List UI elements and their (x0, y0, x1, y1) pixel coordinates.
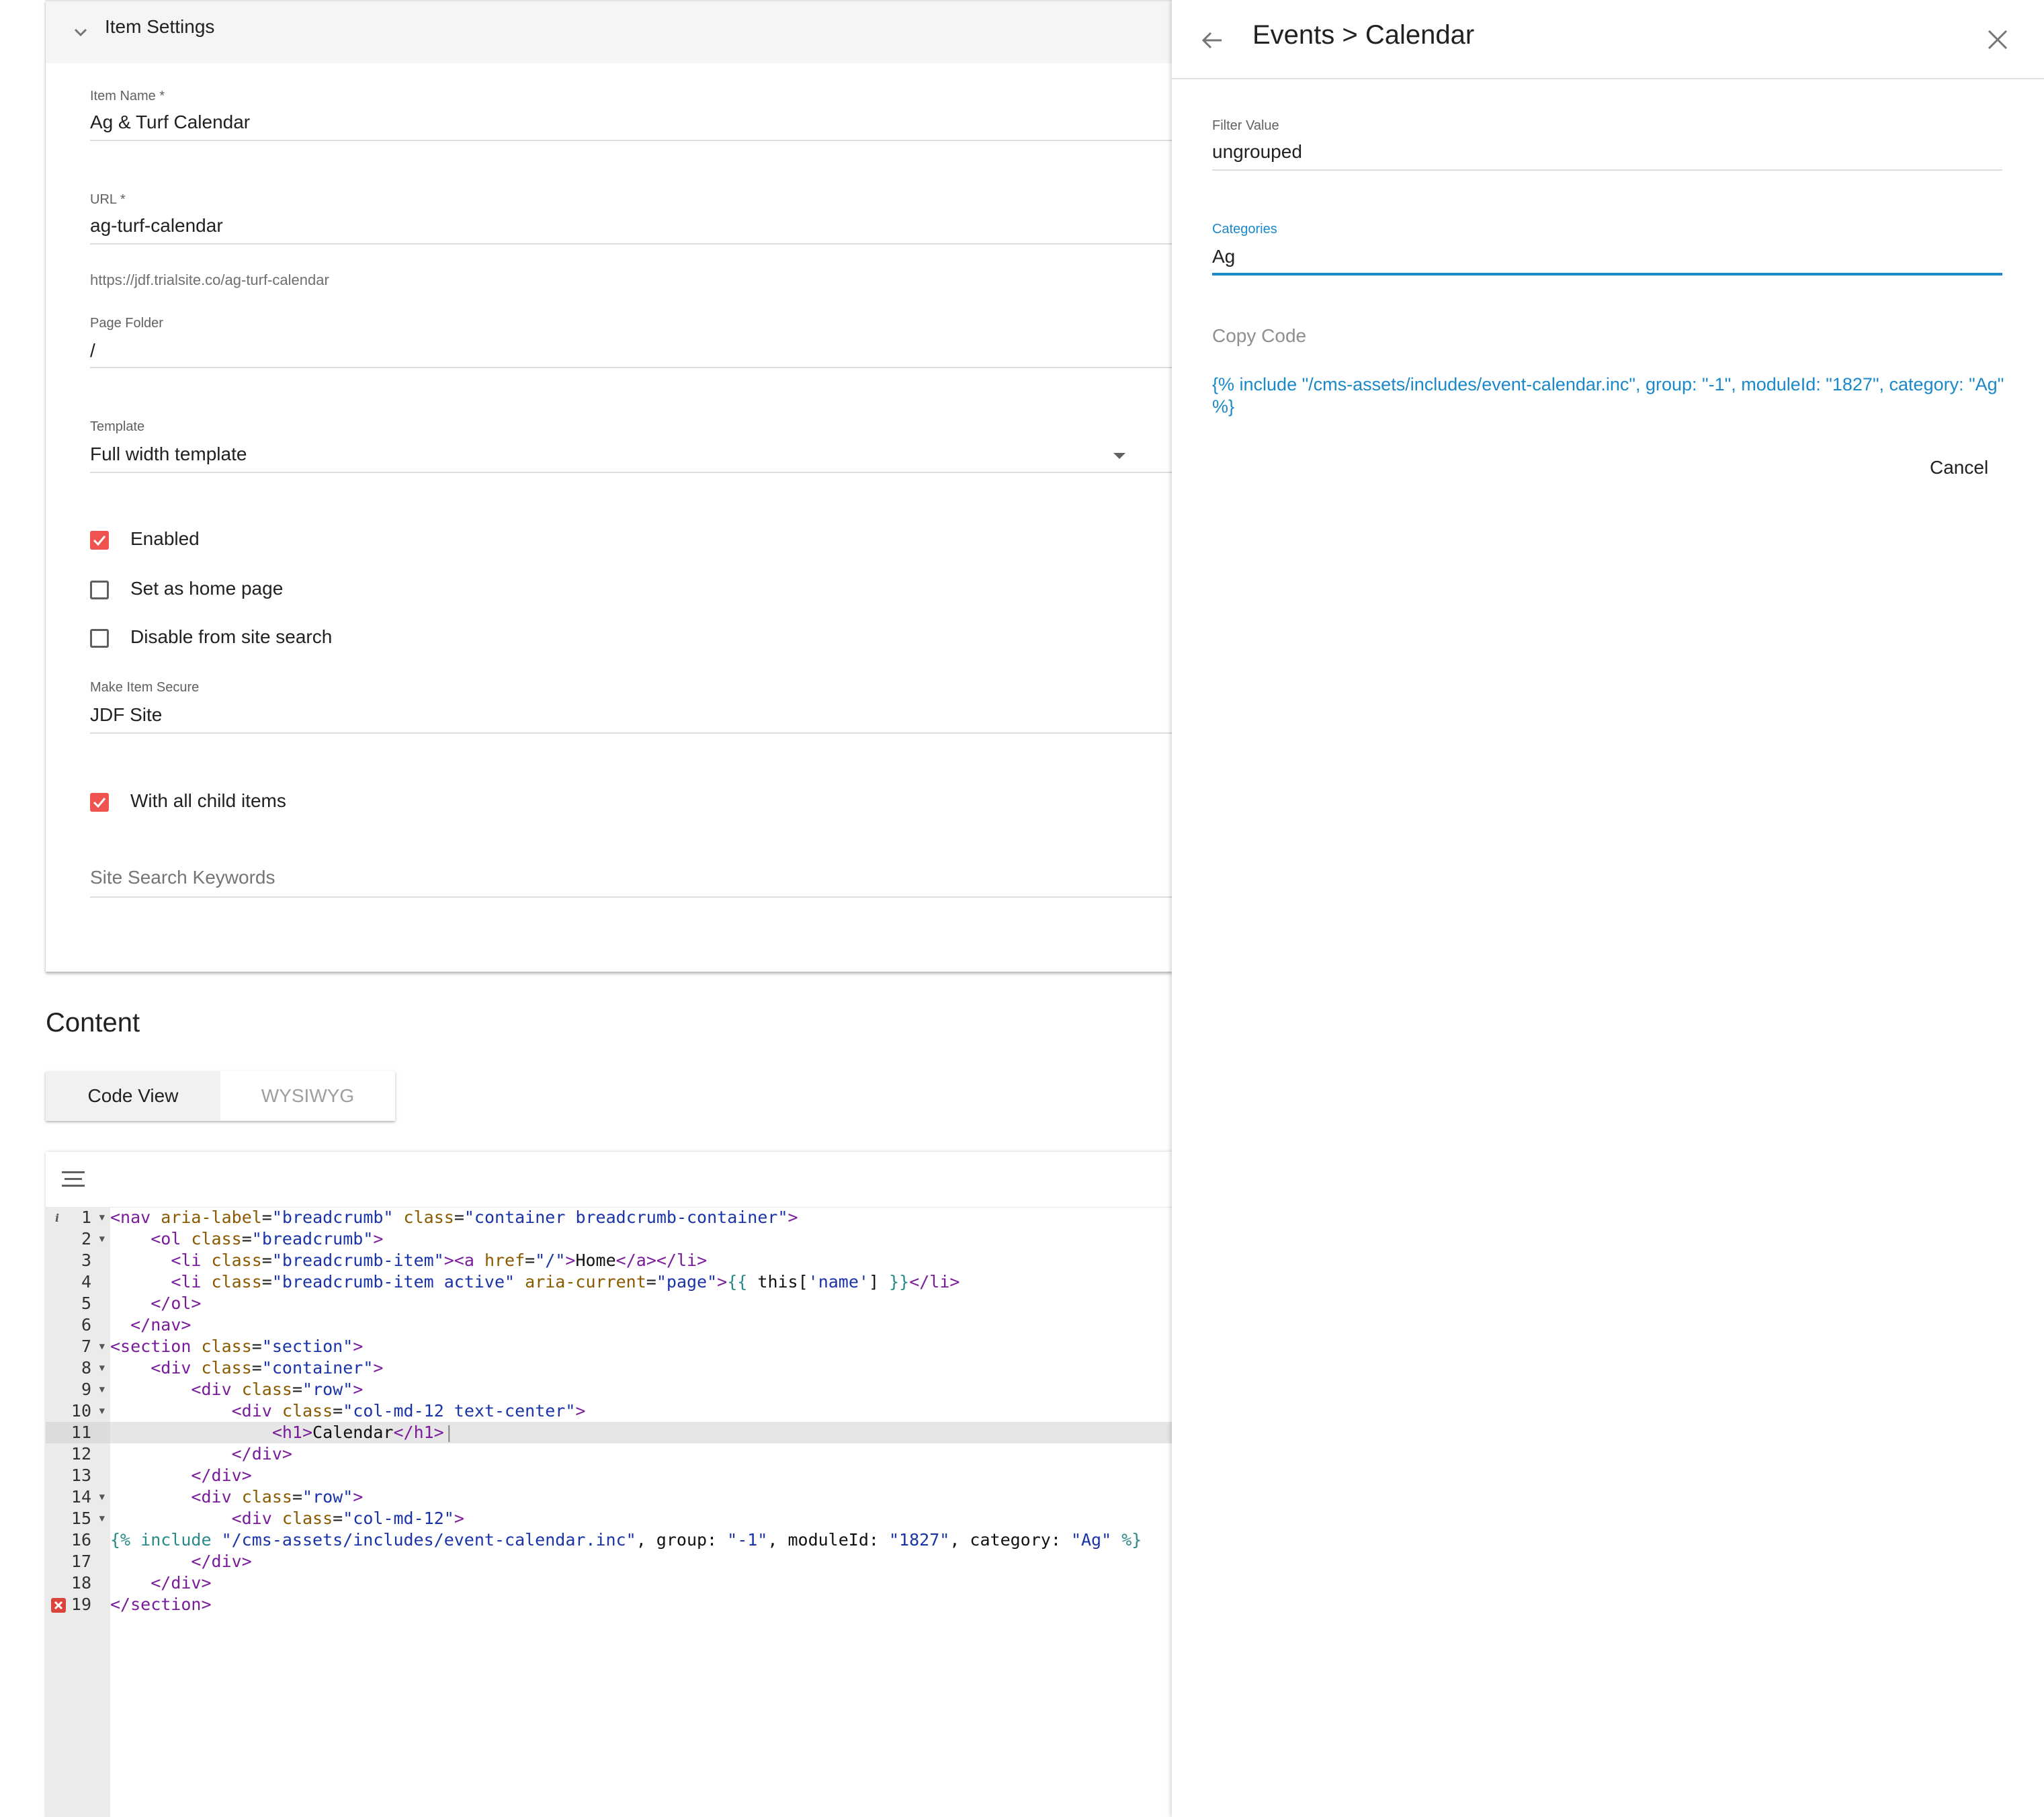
item-name-input[interactable]: Ag & Turf Calendar (90, 112, 250, 133)
line-number: 12 (71, 1444, 91, 1464)
url-label: URL * (90, 192, 126, 207)
page-folder-label: Page Folder (90, 316, 163, 331)
make-item-secure-label: Make Item Secure (90, 680, 200, 695)
copy-code-label: Copy Code (1212, 325, 1307, 346)
panel-title: Events > Calendar (1252, 20, 1475, 50)
line-number: 2 ▼ (81, 1229, 105, 1249)
view-toggle: Code View WYSIWYG (46, 1071, 395, 1121)
site-search-keywords-underline (90, 896, 1172, 898)
tab-code-view[interactable]: Code View (46, 1071, 220, 1121)
events-side-panel: Events > Calendar Filter Value ungrouped… (1172, 0, 2044, 1817)
code-line[interactable]: <ol class="breadcrumb"> (110, 1228, 1172, 1250)
line-number: 5 (81, 1294, 91, 1313)
code-area[interactable]: <nav aria-label="breadcrumb" class="cont… (110, 1207, 1172, 1817)
panel-header: Events > Calendar (1172, 0, 2044, 79)
error-icon[interactable] (51, 1598, 66, 1613)
content-heading: Content (46, 1008, 140, 1038)
enabled-label[interactable]: Enabled (130, 528, 200, 550)
child-items-label[interactable]: With all child items (130, 790, 286, 812)
code-line[interactable]: <div class="col-md-12"> (110, 1508, 1172, 1529)
disable-search-label[interactable]: Disable from site search (130, 626, 332, 648)
line-number: 19 (46, 1594, 110, 1615)
filter-value-underline (1212, 169, 2002, 171)
template-select[interactable]: Full width template (90, 443, 247, 465)
code-line[interactable]: </div> (110, 1443, 1172, 1465)
item-settings-header[interactable]: Item Settings (46, 0, 1172, 63)
make-item-secure-underline (90, 732, 1172, 734)
code-line[interactable]: </nav> (110, 1314, 1172, 1336)
categories-underline (1212, 273, 2002, 276)
child-items-checkbox[interactable] (90, 793, 109, 812)
site-search-keywords-input[interactable]: Site Search Keywords (90, 867, 275, 888)
page-folder-underline (90, 367, 1172, 368)
line-number: 16 (71, 1530, 91, 1550)
code-editor[interactable]: i 1 ▼ 2 ▼ 3 4 5 6 7 ▼ 8 ▼ 9 ▼ 10 ▼ 11 12 13 14… (46, 1152, 1172, 1817)
line-number: 1 ▼ (81, 1208, 105, 1227)
item-name-label: Item Name * (90, 89, 165, 103)
code-line-active[interactable]: <h1>Calendar</h1>| (110, 1422, 1172, 1443)
tab-wysiwyg[interactable]: WYSIWYG (220, 1071, 395, 1121)
url-underline (90, 243, 1172, 245)
url-input[interactable]: ag-turf-calendar (90, 215, 223, 237)
code-line[interactable]: <div class="col-md-12 text-center"> (110, 1400, 1172, 1422)
code-line[interactable]: </div> (110, 1551, 1172, 1572)
code-line[interactable]: {% include "/cms-assets/includes/event-c… (110, 1529, 1172, 1551)
item-settings-card: Item Settings Item Name * Ag & Turf Cale… (46, 0, 1177, 972)
home-page-checkbox[interactable] (90, 581, 109, 599)
page-folder-input[interactable]: / (90, 340, 95, 362)
enabled-checkbox[interactable] (90, 531, 109, 550)
template-underline (90, 472, 1177, 473)
code-line[interactable]: </ol> (110, 1293, 1172, 1314)
make-item-secure-select[interactable]: JDF Site (90, 704, 162, 726)
code-line[interactable]: </section> (110, 1594, 1172, 1615)
url-helper-text: https://jdf.trialsite.co/ag-turf-calenda… (90, 271, 329, 288)
line-number: 9 ▼ (81, 1380, 105, 1399)
line-number: 17 (71, 1552, 91, 1571)
line-number: 8 ▼ (81, 1358, 105, 1378)
line-number: 3 (81, 1251, 91, 1270)
disable-search-checkbox[interactable] (90, 629, 109, 648)
code-line[interactable]: <div class="row"> (110, 1486, 1172, 1508)
back-arrow-icon[interactable] (1199, 27, 1226, 54)
code-line[interactable]: <li class="breadcrumb-item active" aria-… (110, 1271, 1172, 1293)
line-number: 18 (71, 1573, 91, 1593)
checkmark-icon (93, 798, 106, 808)
code-line[interactable]: <div class="row"> (110, 1379, 1172, 1400)
line-number-active: 11 (46, 1422, 110, 1443)
item-settings-title: Item Settings (105, 16, 215, 37)
code-line[interactable]: </div> (110, 1572, 1172, 1594)
menu-icon[interactable] (60, 1169, 86, 1189)
line-number: 14 ▼ (71, 1487, 105, 1507)
line-number: 10 ▼ (71, 1401, 105, 1421)
code-line[interactable]: <div class="container"> (110, 1357, 1172, 1379)
line-number: 15 ▼ (71, 1509, 105, 1528)
line-number: 6 (81, 1315, 91, 1335)
line-number: 13 (71, 1466, 91, 1485)
categories-label: Categories (1212, 222, 1277, 237)
dropdown-arrow-icon[interactable] (1111, 448, 1127, 464)
template-label: Template (90, 419, 145, 434)
editor-gutter: i 1 ▼ 2 ▼ 3 4 5 6 7 ▼ 8 ▼ 9 ▼ 10 ▼ 11 12 13 14… (46, 1207, 110, 1817)
filter-value-input[interactable]: ungrouped (1212, 141, 1302, 163)
close-icon[interactable] (1986, 28, 2009, 51)
item-name-underline (90, 140, 1172, 141)
code-line[interactable]: <section class="section"> (110, 1336, 1172, 1357)
filter-value-label: Filter Value (1212, 118, 1279, 133)
editor-toolbar (46, 1152, 1172, 1208)
chevron-down-icon[interactable] (67, 19, 94, 46)
code-line[interactable]: <li class="breadcrumb-item"><a href="/">… (110, 1250, 1172, 1271)
code-line[interactable]: </div> (110, 1465, 1172, 1486)
checkmark-icon (93, 536, 106, 546)
cancel-button[interactable]: Cancel (1930, 457, 1988, 478)
line-number: 7 ▼ (81, 1337, 105, 1356)
categories-input[interactable]: Ag (1212, 246, 1235, 267)
code-line[interactable]: <nav aria-label="breadcrumb" class="cont… (110, 1207, 1172, 1228)
line-number: 4 (81, 1272, 91, 1292)
include-code-snippet[interactable]: {% include "/cms-assets/includes/event-c… (1212, 374, 2005, 418)
home-page-label[interactable]: Set as home page (130, 578, 283, 599)
